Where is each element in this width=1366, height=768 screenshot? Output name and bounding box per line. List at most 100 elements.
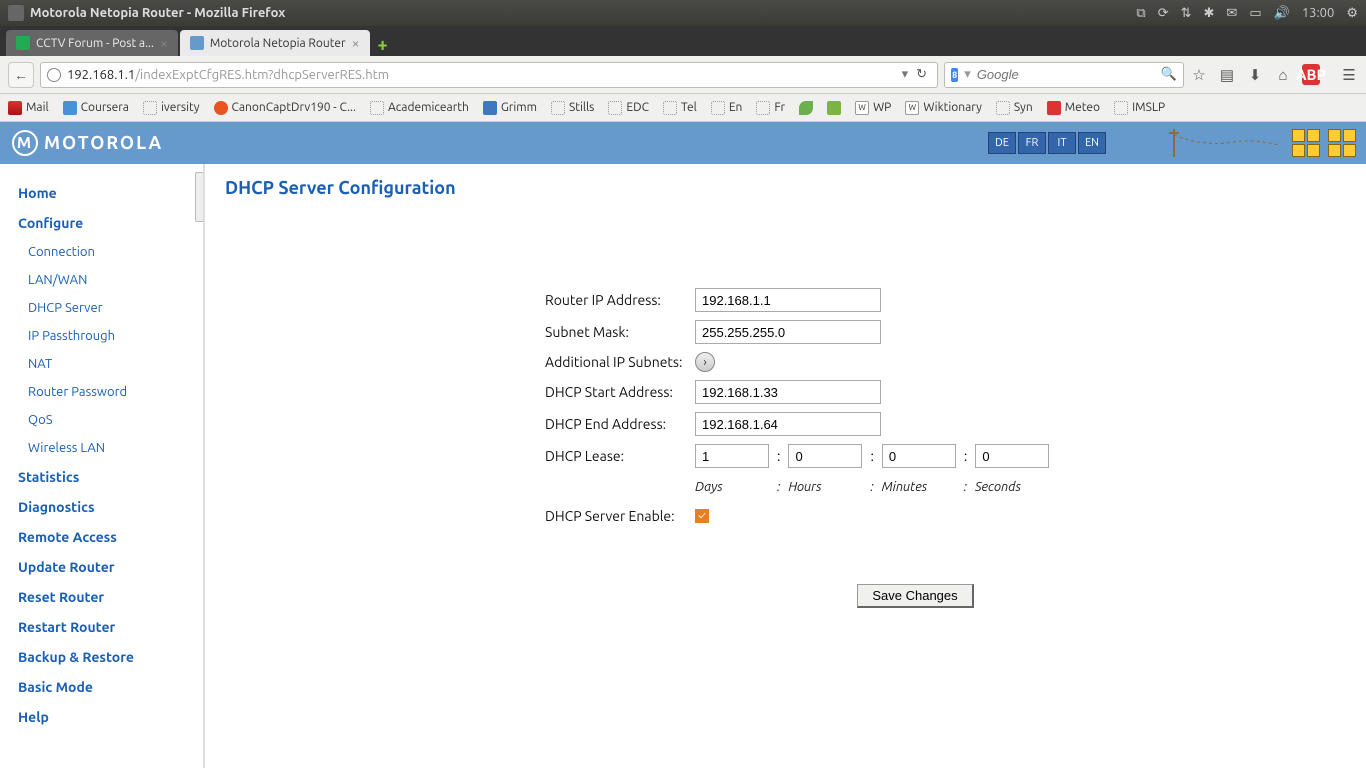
bookmark-item[interactable]: IMSLP: [1114, 101, 1165, 115]
bookmark-item[interactable]: WWP: [855, 101, 891, 115]
sidebar-item-router-password[interactable]: Router Password: [18, 378, 193, 406]
browser-tab-active[interactable]: Motorola Netopia Router ×: [180, 30, 370, 56]
sidebar-item-update-router[interactable]: Update Router: [18, 552, 193, 582]
tray-mail-icon[interactable]: ✉: [1226, 6, 1237, 21]
sidebar-item-connection[interactable]: Connection: [18, 238, 193, 266]
bookmark-item[interactable]: Academicearth: [370, 101, 469, 115]
browser-tabstrip: CCTV Forum - Post a... × Motorola Netopi…: [0, 26, 1366, 56]
label-dhcp-lease: DHCP Lease:: [545, 448, 695, 464]
bookmark-label: Stills: [569, 101, 594, 114]
search-icon[interactable]: 🔍: [1161, 67, 1177, 82]
browser-navbar: ← 192.168.1.1/indexExptCfgRES.htm?dhcpSe…: [0, 56, 1366, 94]
bookmark-item[interactable]: Meteo: [1047, 101, 1100, 115]
bookmark-item[interactable]: Tel: [663, 101, 697, 115]
lang-button-de[interactable]: DE: [988, 132, 1016, 154]
router-header: M MOTOROLA DEFRITEN: [0, 122, 1366, 164]
tab-close-icon[interactable]: ×: [352, 35, 360, 51]
sidebar-item-qos[interactable]: QoS: [18, 406, 193, 434]
back-button[interactable]: ←: [8, 62, 34, 88]
sidebar-item-nat[interactable]: NAT: [18, 350, 193, 378]
sidebar-item-remote-access[interactable]: Remote Access: [18, 522, 193, 552]
input-lease-hours[interactable]: [788, 444, 862, 468]
sidebar-item-diagnostics[interactable]: Diagnostics: [18, 492, 193, 522]
bookmark-item[interactable]: Mail: [8, 101, 49, 115]
sidebar-item-backup-restore[interactable]: Backup & Restore: [18, 642, 193, 672]
search-input[interactable]: [977, 67, 1155, 82]
bookmark-item[interactable]: CanonCaptDrv190 - C...: [214, 101, 356, 115]
motorola-icon: M: [12, 130, 38, 156]
url-bar[interactable]: 192.168.1.1/indexExptCfgRES.htm?dhcpServ…: [40, 62, 938, 88]
system-tray: ⧉ ⟳ ⇅ ✱ ✉ ▭ 🔊 13:00 ⚙: [1136, 6, 1358, 21]
url-dropdown-icon[interactable]: ▾: [898, 67, 913, 82]
new-tab-button[interactable]: +: [372, 34, 394, 56]
input-dhcp-start[interactable]: [695, 380, 881, 404]
tray-dropbox-icon[interactable]: ⧉: [1136, 6, 1145, 21]
bookmark-label: WP: [873, 101, 891, 114]
search-bar[interactable]: 8 ▾ 🔍: [944, 62, 1184, 88]
tray-sync-icon[interactable]: ⟳: [1158, 6, 1169, 21]
search-engine-icon[interactable]: 8: [951, 68, 958, 82]
main-content: DHCP Server Configuration Router IP Addr…: [205, 164, 1366, 768]
adblock-icon[interactable]: ABP: [1302, 64, 1320, 85]
lang-button-fr[interactable]: FR: [1018, 132, 1046, 154]
downloads-icon[interactable]: ⬇: [1246, 66, 1264, 84]
favicon: [190, 36, 204, 50]
bookmark-item[interactable]: En: [711, 101, 743, 115]
input-router-ip[interactable]: [695, 288, 881, 312]
sidebar-item-home[interactable]: Home: [18, 178, 193, 208]
tab-close-icon[interactable]: ×: [160, 35, 168, 51]
bookmark-item[interactable]: [827, 101, 841, 115]
input-lease-minutes[interactable]: [882, 444, 956, 468]
label-router-ip: Router IP Address:: [545, 292, 695, 308]
save-changes-button[interactable]: Save Changes: [857, 584, 973, 608]
sidebar-item-ip-passthrough[interactable]: IP Passthrough: [18, 322, 193, 350]
sidebar-item-basic-mode[interactable]: Basic Mode: [18, 672, 193, 702]
tray-clock[interactable]: 13:00: [1302, 6, 1335, 20]
bookmark-label: Grimm: [501, 101, 537, 114]
bookmark-item[interactable]: WWiktionary: [905, 101, 982, 115]
sidebar-item-dhcp-server[interactable]: DHCP Server: [18, 294, 193, 322]
bookmark-item[interactable]: Fr: [756, 101, 785, 115]
bookmark-star-icon[interactable]: ☆: [1190, 66, 1208, 84]
sidebar-resize-handle[interactable]: [195, 172, 204, 222]
input-lease-seconds[interactable]: [975, 444, 1049, 468]
bookmark-item[interactable]: Coursera: [63, 101, 129, 115]
bookmark-item[interactable]: [799, 101, 813, 115]
lease-unit-labels: Days: Hours: Minutes: Seconds: [695, 480, 1049, 494]
input-subnet[interactable]: [695, 320, 881, 344]
bookmark-favicon: [1047, 101, 1061, 115]
reload-icon[interactable]: ↻: [912, 67, 931, 82]
tray-network-icon[interactable]: ⇅: [1181, 6, 1192, 21]
home-icon[interactable]: ⌂: [1274, 66, 1292, 84]
window-title: Motorola Netopia Router - Mozilla Firefo…: [30, 6, 1136, 20]
sidebar-item-reset-router[interactable]: Reset Router: [18, 582, 193, 612]
reader-icon[interactable]: ▤: [1218, 66, 1236, 84]
sidebar-item-wireless-lan[interactable]: Wireless LAN: [18, 434, 193, 462]
bookmark-item[interactable]: iversity: [143, 101, 200, 115]
browser-tab[interactable]: CCTV Forum - Post a... ×: [6, 30, 178, 56]
sidebar-item-configure[interactable]: Configure: [18, 208, 193, 238]
input-lease-days[interactable]: [695, 444, 769, 468]
sidebar-item-statistics[interactable]: Statistics: [18, 462, 193, 492]
tray-gear-icon[interactable]: ⚙: [1346, 6, 1358, 21]
lang-button-it[interactable]: IT: [1048, 132, 1076, 154]
bookmark-favicon: [711, 101, 725, 115]
bookmark-item[interactable]: Syn: [996, 101, 1033, 115]
tray-bluetooth-icon[interactable]: ✱: [1204, 6, 1215, 21]
input-dhcp-end[interactable]: [695, 412, 881, 436]
bookmark-label: Tel: [681, 101, 697, 114]
sidebar-item-help[interactable]: Help: [18, 702, 193, 732]
header-decoration: [1164, 127, 1356, 159]
bookmark-item[interactable]: Stills: [551, 101, 594, 115]
additional-subnets-button[interactable]: ›: [695, 352, 715, 372]
os-titlebar: Motorola Netopia Router - Mozilla Firefo…: [0, 0, 1366, 26]
checkbox-dhcp-enable[interactable]: ✓: [695, 509, 709, 523]
tray-volume-icon[interactable]: 🔊: [1274, 6, 1290, 21]
sidebar-item-lan-wan[interactable]: LAN/WAN: [18, 266, 193, 294]
tray-battery-icon[interactable]: ▭: [1249, 6, 1261, 21]
sidebar-item-restart-router[interactable]: Restart Router: [18, 612, 193, 642]
bookmark-item[interactable]: EDC: [608, 101, 649, 115]
lang-button-en[interactable]: EN: [1078, 132, 1106, 154]
menu-icon[interactable]: ☰: [1340, 66, 1358, 84]
bookmark-item[interactable]: Grimm: [483, 101, 537, 115]
